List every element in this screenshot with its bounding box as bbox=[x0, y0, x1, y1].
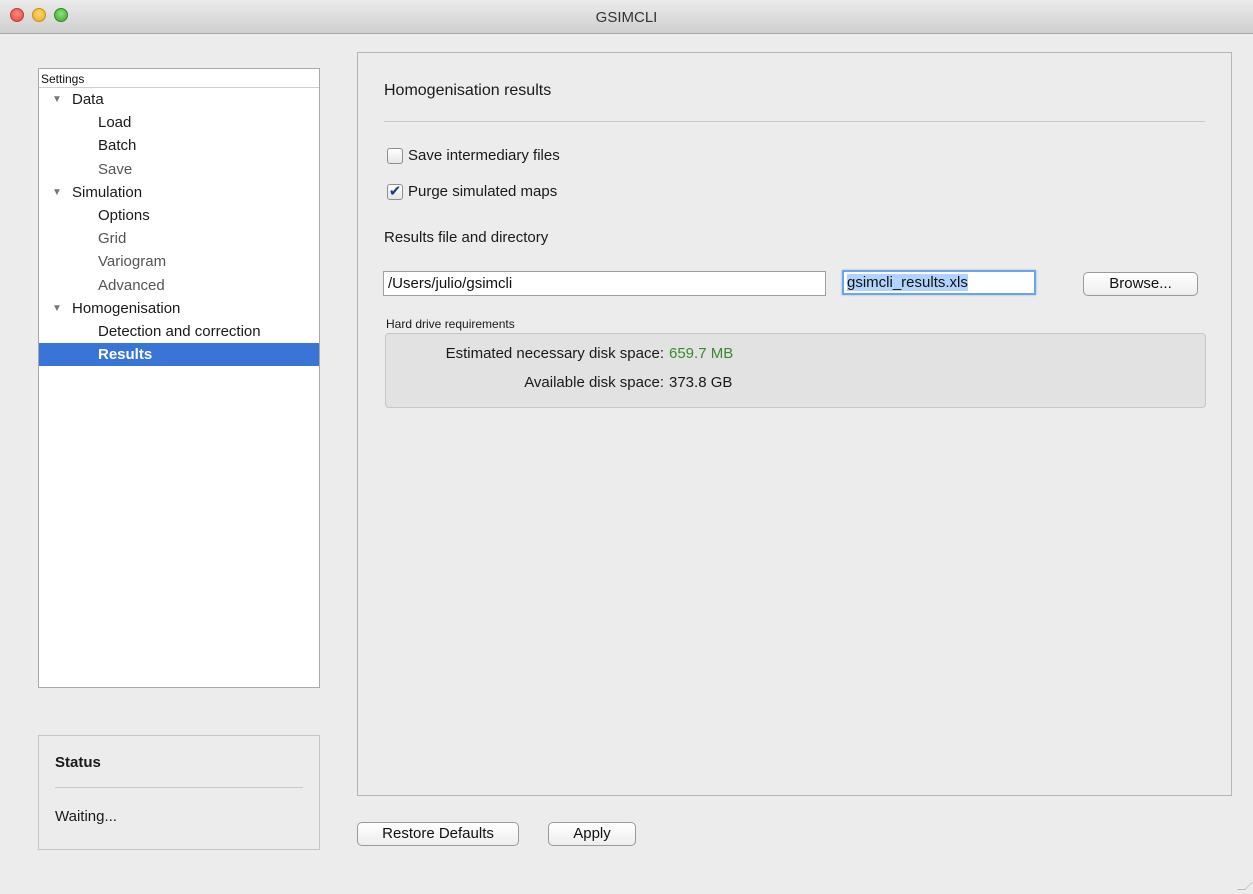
apply-button[interactable]: Apply bbox=[548, 822, 636, 846]
results-file-label: Results file and directory bbox=[384, 229, 549, 246]
estimated-space-label: Estimated necessary disk space: bbox=[445, 345, 664, 362]
tree-item-advanced[interactable]: Advanced bbox=[39, 274, 319, 297]
tree-item-label: Advanced bbox=[98, 276, 165, 294]
disclosure-triangle-icon[interactable]: ▼ bbox=[52, 181, 62, 204]
tree-item-simulation[interactable]: ▼ Simulation bbox=[39, 181, 319, 204]
status-box: Status Waiting... bbox=[38, 735, 320, 850]
tree-item-save[interactable]: Save bbox=[39, 158, 319, 181]
tree-item-label: Variogram bbox=[98, 253, 167, 271]
disclosure-triangle-icon[interactable]: ▼ bbox=[52, 88, 62, 111]
save-intermediary-checkbox-row[interactable]: Save intermediary files bbox=[387, 147, 560, 164]
purge-maps-label[interactable]: Purge simulated maps bbox=[408, 183, 557, 200]
status-divider bbox=[55, 787, 303, 788]
panel-title: Homogenisation results bbox=[384, 82, 552, 99]
tree-rows: ▼ Data Load Batch Save ▼ Simulation Options Grid… bbox=[39, 88, 319, 367]
results-panel: Homogenisation results Save intermediary… bbox=[357, 52, 1232, 796]
tree-item-label: Grid bbox=[98, 230, 127, 248]
app-window: GSIMCLI Settings ▼ Data Load Batch Save ▼ Simu… bbox=[0, 0, 1253, 894]
tree-item-label: Results bbox=[98, 346, 153, 364]
hard-drive-group: Estimated necessary disk space: 659.7 MB… bbox=[385, 333, 1206, 408]
restore-defaults-button[interactable]: Restore Defaults bbox=[357, 822, 519, 846]
tree-item-load[interactable]: Load bbox=[39, 111, 319, 134]
available-space-label: Available disk space: bbox=[524, 374, 664, 391]
directory-input[interactable]: /Users/julio/gsimcli bbox=[383, 271, 826, 296]
tree-item-data[interactable]: ▼ Data bbox=[39, 88, 319, 111]
title-bar: GSIMCLI bbox=[0, 0, 1253, 34]
filename-input[interactable]: gsimcli_results.xls bbox=[842, 270, 1036, 295]
tree-item-label: Load bbox=[98, 114, 132, 132]
purge-maps-checkbox-row[interactable]: ✔ Purge simulated maps bbox=[387, 183, 557, 200]
tree-item-label: Data bbox=[72, 91, 104, 108]
tree-item-options[interactable]: Options bbox=[39, 204, 319, 227]
disclosure-triangle-icon[interactable]: ▼ bbox=[52, 297, 62, 320]
tree-item-homogenisation[interactable]: ▼ Homogenisation bbox=[39, 297, 319, 320]
resize-grip-icon[interactable] bbox=[1237, 882, 1253, 890]
browse-button[interactable]: Browse... bbox=[1083, 272, 1198, 296]
status-text: Waiting... bbox=[55, 808, 117, 825]
tree-item-label: Homogenisation bbox=[72, 299, 181, 317]
tree-item-label: Batch bbox=[98, 137, 137, 155]
tree-item-label: Simulation bbox=[72, 183, 143, 201]
tree-item-grid[interactable]: Grid bbox=[39, 227, 319, 250]
purge-maps-checkbox[interactable]: ✔ bbox=[387, 183, 403, 200]
tree-item-results[interactable]: Results bbox=[39, 343, 319, 367]
tree-item-label: Options bbox=[98, 206, 150, 224]
save-intermediary-label[interactable]: Save intermediary files bbox=[408, 147, 560, 164]
settings-tree[interactable]: Settings ▼ Data Load Batch Save ▼ Simulation Op… bbox=[38, 68, 320, 688]
tree-item-label: Detection and correction bbox=[98, 322, 261, 340]
filename-selection: gsimcli_results.xls bbox=[847, 274, 968, 291]
tree-item-detection-and-correction[interactable]: Detection and correction bbox=[39, 320, 319, 343]
tree-item-batch[interactable]: Batch bbox=[39, 134, 319, 157]
window-title: GSIMCLI bbox=[595, 9, 658, 26]
available-space-value: 373.8 GB bbox=[669, 374, 733, 391]
tree-header: Settings bbox=[39, 69, 319, 88]
estimated-space-value: 659.7 MB bbox=[669, 345, 734, 362]
tree-item-variogram[interactable]: Variogram bbox=[39, 250, 319, 273]
save-intermediary-checkbox[interactable] bbox=[387, 147, 403, 164]
status-title: Status bbox=[55, 754, 101, 771]
tree-item-label: Save bbox=[98, 160, 133, 178]
panel-divider bbox=[384, 121, 1205, 122]
hard-drive-group-title: Hard drive requirements bbox=[386, 317, 515, 331]
